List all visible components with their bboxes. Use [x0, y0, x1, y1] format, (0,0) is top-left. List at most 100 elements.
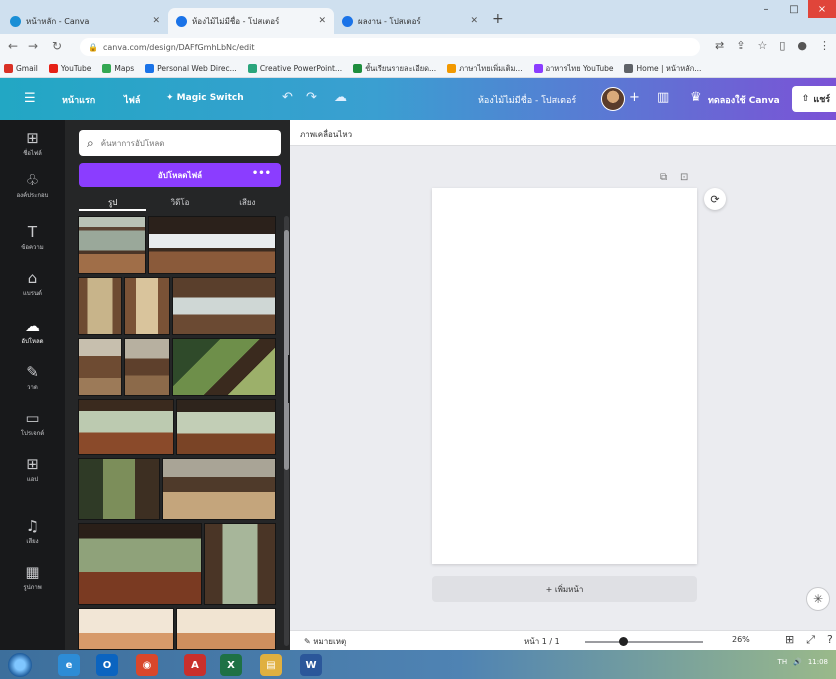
bookmark-item[interactable]: อาหารไทย YouTube — [533, 63, 613, 75]
zoom-slider[interactable] — [585, 641, 703, 643]
forward-icon[interactable]: → — [28, 39, 38, 53]
close-window-button[interactable]: × — [808, 0, 836, 18]
uploaded-image-thumbnail[interactable] — [78, 399, 174, 455]
tab-videos[interactable]: วิดีโอ — [146, 193, 213, 211]
rail-item-text[interactable]: T ข้อความ — [0, 224, 65, 252]
uploaded-image-thumbnail[interactable] — [124, 277, 170, 335]
refresh-icon[interactable]: ⟳ — [704, 188, 726, 210]
bookmark-star-icon[interactable]: ☆ — [757, 39, 767, 52]
rail-item-elements[interactable]: ♧ องค์ประกอบ — [0, 172, 65, 200]
upload-files-button[interactable]: อัปโหลดไฟล์ ••• — [79, 163, 281, 187]
animate-button[interactable]: ภาพเคลื่อนไหว — [300, 128, 352, 141]
uploaded-image-thumbnail[interactable] — [78, 338, 122, 396]
uploaded-image-thumbnail[interactable] — [78, 277, 122, 335]
uploaded-image-thumbnail[interactable] — [78, 523, 202, 605]
url-bar[interactable]: 🔒 canva.com/design/DAFfGmhLbNc/edit — [80, 38, 700, 56]
bookmark-item[interactable]: Home | หน้าหลัก... — [624, 63, 701, 75]
redo-icon[interactable]: ↷ — [306, 90, 317, 105]
zoom-slider-knob[interactable] — [618, 637, 628, 646]
word-icon[interactable]: W — [300, 654, 322, 676]
profile-icon[interactable]: ● — [797, 39, 807, 52]
bookmark-item[interactable]: ชั้นเรียนรายละเอียด... — [353, 63, 436, 75]
magic-assistant-icon[interactable]: ✳ — [806, 587, 830, 611]
uploaded-image-thumbnail[interactable] — [124, 338, 170, 396]
undo-icon[interactable]: ↶ — [282, 90, 293, 105]
zoom-level[interactable]: 26% — [732, 635, 750, 644]
menu-toggle-icon[interactable]: ☰ — [24, 91, 36, 106]
bookmark-item[interactable]: ภาษาไทยเพิ่มเติม... — [447, 63, 523, 75]
minimize-button[interactable]: – — [752, 0, 780, 18]
add-collaborator-icon[interactable]: + — [629, 90, 640, 105]
back-icon[interactable]: ← — [8, 39, 18, 53]
browser-tab-1[interactable]: หน้าหลัก - Canva ✕ — [2, 8, 168, 34]
bookmark-item[interactable]: Gmail — [4, 64, 38, 73]
file-menu[interactable]: ไฟล์ — [124, 93, 140, 107]
new-tab-button[interactable]: + — [492, 11, 504, 27]
uploaded-image-thumbnail[interactable] — [148, 216, 276, 274]
rail-item-audio[interactable]: ♫ เสียง — [0, 518, 65, 546]
uploaded-image-thumbnail[interactable] — [78, 216, 146, 274]
acrobat-icon[interactable]: A — [184, 654, 206, 676]
uploaded-image-thumbnail[interactable] — [172, 338, 276, 396]
maximize-button[interactable]: □ — [780, 0, 808, 18]
design-title[interactable]: ห้องไม้ไม่มีชื่อ - โปสเตอร์ — [478, 93, 576, 107]
uploaded-image-thumbnail[interactable] — [162, 458, 276, 520]
rail-item-projects[interactable]: ▭ โปรเจกต์ — [0, 410, 65, 438]
reload-icon[interactable]: ↻ — [52, 39, 62, 53]
rail-item-brand[interactable]: ⌂ แบรนด์ — [0, 270, 65, 298]
rail-item-apps[interactable]: ⊞ แอป — [0, 456, 65, 484]
sidebar-icon[interactable]: ▯ — [779, 39, 785, 52]
more-options-icon[interactable]: ••• — [252, 168, 271, 179]
uploaded-image-thumbnail[interactable] — [176, 399, 276, 455]
tray-language[interactable]: TH — [778, 658, 788, 666]
page-indicator[interactable]: หน้า 1 / 1 — [524, 635, 560, 648]
rail-item-draw[interactable]: ✎ วาด — [0, 364, 65, 392]
bookmark-item[interactable]: Creative PowerPoint... — [247, 64, 342, 73]
close-tab-icon[interactable]: ✕ — [152, 16, 160, 26]
browser-tab-3[interactable]: ผลงาน - โปสเตอร์ ✕ — [334, 8, 486, 34]
uploaded-image-thumbnail[interactable] — [78, 458, 160, 520]
bookmark-item[interactable]: Maps — [102, 64, 134, 73]
add-page-icon[interactable]: ⊡ — [680, 172, 688, 183]
close-tab-icon[interactable]: ✕ — [470, 16, 478, 26]
uploaded-image-thumbnail[interactable] — [176, 608, 276, 650]
tab-audio[interactable]: เสียง — [214, 193, 281, 211]
start-button[interactable] — [8, 653, 32, 677]
panel-scrollbar-thumb[interactable] — [284, 230, 289, 470]
search-input[interactable] — [100, 138, 261, 148]
home-link[interactable]: หน้าแรก — [62, 93, 95, 107]
try-pro-button[interactable]: ทดลองใช้ Canva — [708, 93, 780, 107]
excel-icon[interactable]: X — [220, 654, 242, 676]
uploaded-image-thumbnail[interactable] — [172, 277, 276, 335]
browser-tab-2[interactable]: ห้องไม้ไม่มีชื่อ - โปสเตอร์ ✕ — [168, 8, 334, 34]
insights-chart-icon[interactable]: ▥ — [657, 90, 669, 105]
rail-item-photos[interactable]: ▦ รูปภาพ — [0, 564, 65, 592]
volume-icon[interactable]: 🔊 — [793, 658, 802, 666]
avatar[interactable] — [601, 87, 625, 111]
search-box[interactable]: ⌕ — [79, 130, 281, 156]
explorer-icon[interactable]: ▤ — [260, 654, 282, 676]
duplicate-page-icon[interactable]: ⧉ — [660, 172, 667, 183]
outlook-icon[interactable]: O — [96, 654, 118, 676]
close-tab-icon[interactable]: ✕ — [318, 16, 326, 26]
menu-icon[interactable]: ⋮ — [819, 39, 830, 52]
help-icon[interactable]: ? — [827, 633, 833, 647]
bookmark-item[interactable]: Personal Web Direc... — [145, 64, 237, 73]
ie-icon[interactable]: e — [58, 654, 80, 676]
bookmark-item[interactable]: YouTube — [48, 64, 91, 73]
uploaded-image-thumbnail[interactable] — [78, 608, 174, 650]
magic-switch-button[interactable]: ✦ Magic Switch — [166, 93, 244, 103]
share-page-icon[interactable]: ⇪ — [736, 39, 745, 52]
rail-item-uploads[interactable]: ☁ อัปโหลด — [0, 318, 65, 346]
chrome-icon[interactable]: ◉ — [136, 654, 158, 676]
fullscreen-icon[interactable]: ⤢ — [806, 633, 815, 647]
tab-images[interactable]: รูป — [79, 193, 147, 211]
tray-clock[interactable]: 11:08 — [808, 658, 828, 666]
share-button[interactable]: ⇧ แชร์ — [792, 86, 836, 112]
rail-item-design[interactable]: ⊞ ชื่อไฟล์ — [0, 130, 65, 158]
translate-icon[interactable]: ⇄ — [715, 39, 724, 52]
notes-button[interactable]: ✎ หมายเหตุ — [304, 635, 346, 648]
design-page[interactable] — [432, 188, 697, 564]
uploaded-image-thumbnail[interactable] — [204, 523, 276, 605]
add-page-button[interactable]: + เพิ่มหน้า — [432, 576, 697, 602]
